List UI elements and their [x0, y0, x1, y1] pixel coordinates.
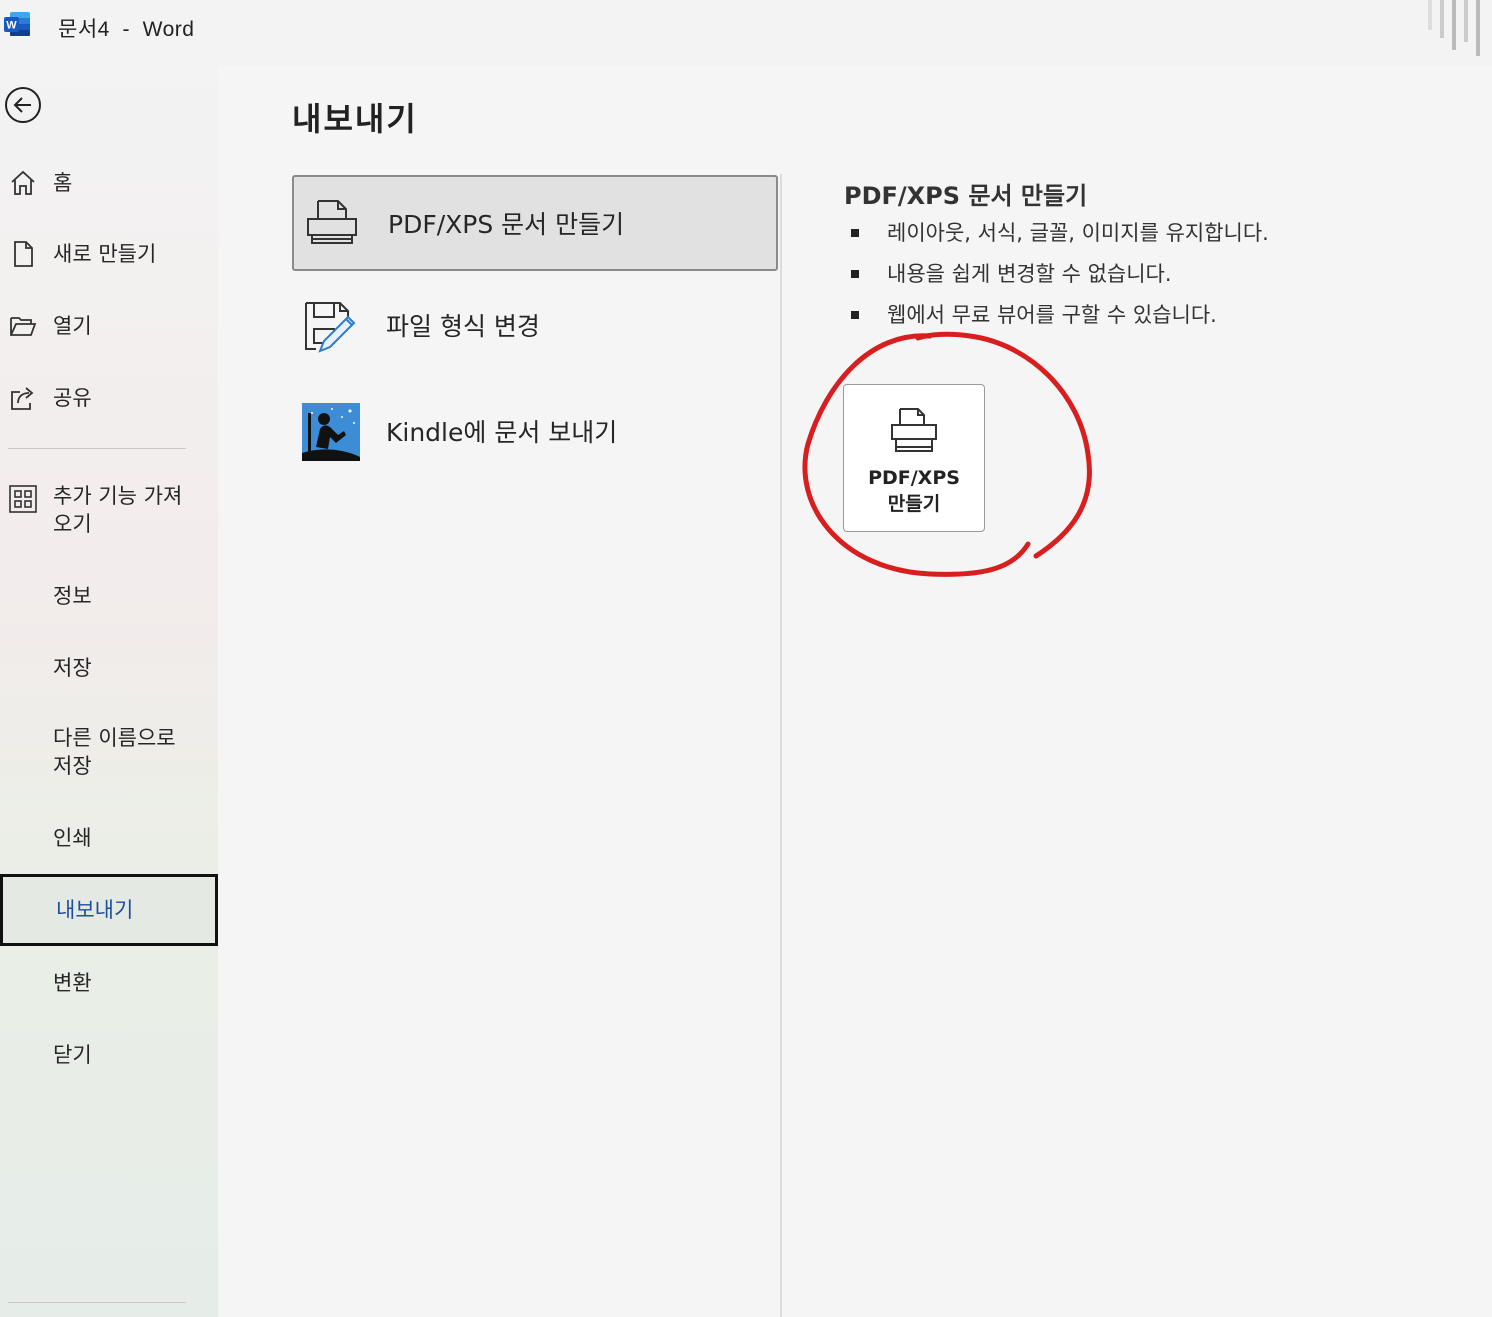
detail-bullet: 웹에서 무료 뷰어를 구할 수 있습니다.: [848, 298, 1269, 339]
title-bar: W 문서4 - Word: [0, 0, 1492, 66]
detail-bullet: 레이아웃, 서식, 글꼴, 이미지를 유지합니다.: [848, 216, 1269, 257]
folder-open-icon: [10, 317, 37, 336]
nav-transform-label: 변환: [53, 971, 92, 995]
nav-save-as-label: 다른 이름으로 저장: [53, 726, 176, 778]
home-icon: [11, 170, 35, 195]
nav-export[interactable]: 내보내기: [0, 874, 218, 946]
change-file-type-icon: [305, 302, 356, 353]
nav-open-label: 열기: [53, 314, 92, 338]
nav-info[interactable]: 정보: [0, 568, 218, 624]
create-pdf-xps-button-label: PDF/XPS 만들기: [868, 467, 960, 515]
nav-share-label: 공유: [53, 386, 92, 410]
nav-close-label: 닫기: [53, 1043, 92, 1067]
nav-transform[interactable]: 변환: [0, 955, 218, 1011]
pdf-printer-icon: [307, 200, 357, 244]
nav-save[interactable]: 저장: [0, 640, 218, 696]
nav-save-label: 저장: [53, 656, 92, 680]
nav-home[interactable]: 홈: [0, 155, 218, 211]
svg-text:W: W: [6, 20, 17, 32]
nav-info-label: 정보: [53, 584, 92, 608]
option-send-to-kindle[interactable]: Kindle에 문서 보내기: [292, 385, 778, 481]
nav-export-label: 내보내기: [56, 898, 134, 922]
detail-title: PDF/XPS 문서 만들기: [844, 182, 1088, 210]
arrow-left-circle-icon[interactable]: [4, 86, 42, 124]
new-document-icon: [14, 241, 33, 267]
nav-save-as[interactable]: 다른 이름으로 저장: [0, 712, 218, 796]
share-icon: [11, 387, 34, 410]
nav-addins-label: 추가 기능 가져 오기: [53, 484, 183, 536]
page-title: 내보내기: [292, 100, 418, 138]
window-title: 문서4 - Word: [58, 18, 195, 41]
sidebar-divider: [8, 448, 186, 449]
create-pdf-xps-button[interactable]: PDF/XPS 만들기: [843, 384, 985, 532]
window-decoration: [1428, 0, 1480, 56]
option-create-pdf-xps[interactable]: PDF/XPS 문서 만들기: [292, 175, 778, 271]
pdf-printer-icon: [891, 408, 937, 452]
nav-close[interactable]: 닫기: [0, 1027, 218, 1083]
detail-bullets: 레이아웃, 서식, 글꼴, 이미지를 유지합니다. 내용을 쉽게 변경할 수 없…: [848, 216, 1269, 339]
addins-grid-icon: [9, 485, 37, 513]
option-change-file-type[interactable]: 파일 형식 변경: [292, 279, 778, 375]
nav-print[interactable]: 인쇄: [0, 810, 218, 866]
options-divider: [780, 174, 782, 1317]
nav-new-label: 새로 만들기: [53, 242, 157, 266]
nav-open[interactable]: 열기: [0, 298, 218, 354]
kindle-icon: [302, 403, 360, 461]
nav-home-label: 홈: [53, 171, 73, 195]
nav-share[interactable]: 공유: [0, 370, 218, 426]
backstage-sidebar: 홈 새로 만들기 열기 공유 추가 기능 가져 오기 정보 저장 다른 이름으로…: [0, 66, 218, 1317]
nav-new[interactable]: 새로 만들기: [0, 226, 218, 282]
nav-addins[interactable]: 추가 기능 가져 오기: [0, 470, 218, 554]
option-create-pdf-xps-label: PDF/XPS 문서 만들기: [388, 210, 625, 239]
word-app-icon: W: [4, 12, 30, 36]
option-send-to-kindle-label: Kindle에 문서 보내기: [386, 418, 618, 447]
option-change-file-type-label: 파일 형식 변경: [386, 312, 540, 341]
nav-print-label: 인쇄: [53, 826, 92, 850]
detail-bullet: 내용을 쉽게 변경할 수 없습니다.: [848, 257, 1269, 298]
export-pane: 내보내기 PDF/XPS 문서 만들기 파일 형식 변경 Kindle에 문서 …: [220, 66, 1492, 1317]
sidebar-divider-bottom: [8, 1302, 186, 1303]
